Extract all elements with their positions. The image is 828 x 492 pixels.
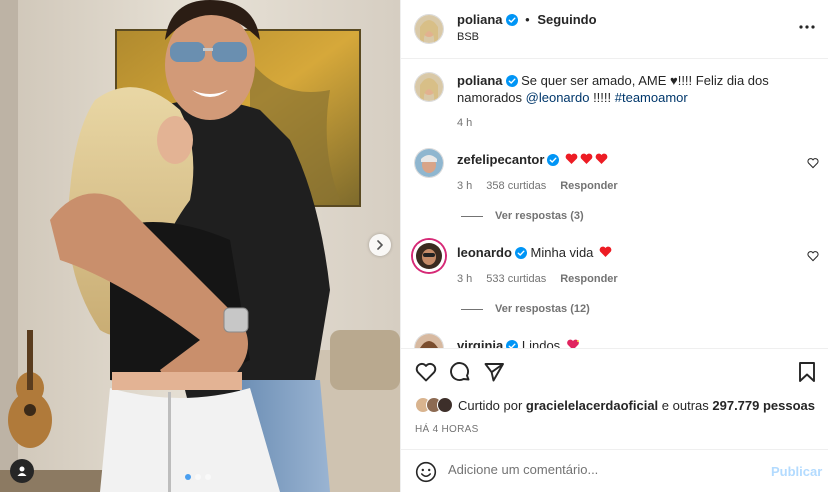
view-replies-label: Ver respostas (3)	[495, 210, 584, 222]
caption-text-2: !!!!!	[589, 90, 615, 105]
post-actions: Curtido por gracielelacerdaoficial e out…	[401, 348, 828, 492]
heart-emoji-icon	[565, 153, 578, 164]
add-comment-bar: Publicar	[401, 449, 828, 492]
caption-mention[interactable]: @leonardo	[526, 90, 590, 105]
comment-meta: 3 h 533 curtidas Responder	[457, 273, 618, 285]
comment: leonardo Minha vida	[457, 244, 797, 261]
likes-count[interactable]: 297.779 pessoas	[712, 398, 815, 413]
chevron-right-icon	[377, 240, 383, 250]
verified-badge-icon	[505, 75, 518, 87]
post-side-panel: poliana • Seguindo BSB poliana Se quer s…	[400, 0, 828, 492]
comment-username[interactable]: virginia	[457, 338, 503, 348]
caption: poliana Se quer ser amado, AME ♥!!!! Fel…	[457, 72, 797, 106]
post-timestamp[interactable]: HÁ 4 HORAS	[415, 424, 479, 435]
liked-by-user[interactable]: gracielelacerdaoficial	[526, 398, 658, 413]
avatar-image	[415, 15, 443, 43]
carousel-dot	[205, 474, 211, 480]
comment-like-heart-icon[interactable]	[807, 250, 819, 262]
comment-bubble-icon[interactable]	[449, 361, 471, 383]
tagged-users-button[interactable]	[10, 459, 34, 483]
post-header: poliana • Seguindo BSB	[401, 0, 828, 59]
heart-emoji-icon	[599, 246, 612, 257]
comment-likes[interactable]: 358 curtidas	[486, 180, 546, 192]
header-separator: •	[525, 12, 530, 27]
comment-time[interactable]: 3 h	[457, 273, 472, 285]
smiley-icon[interactable]	[415, 461, 437, 483]
caption-hashtag[interactable]: #teamoamor	[615, 90, 688, 105]
comment: zefelipecantor	[457, 151, 797, 168]
comment-text: Minha vida	[530, 245, 594, 260]
verified-badge-icon	[506, 340, 519, 348]
publish-button[interactable]: Publicar	[771, 464, 822, 479]
following-button[interactable]: Seguindo	[537, 12, 596, 27]
liker-avatar[interactable]	[437, 397, 453, 413]
heart-outline-icon[interactable]	[415, 361, 437, 383]
caption-meta: 4 h	[457, 117, 472, 129]
bookmark-icon[interactable]	[797, 361, 817, 383]
comment-avatar[interactable]	[415, 149, 443, 177]
comment-time[interactable]: 3 h	[457, 180, 472, 192]
caption-avatar[interactable]	[415, 73, 443, 101]
heart-emoji-icon	[580, 153, 593, 164]
post-location[interactable]: BSB	[457, 31, 479, 43]
user-tag-icon	[17, 466, 27, 476]
comment-username[interactable]: leonardo	[457, 245, 512, 260]
comment-likes[interactable]: 533 curtidas	[486, 273, 546, 285]
verified-badge-icon	[505, 14, 518, 26]
likes-middle: e outras	[658, 397, 713, 413]
more-options-icon[interactable]	[798, 18, 816, 36]
comment-username[interactable]: zefelipecantor	[457, 152, 544, 167]
likes-text: Curtido por gracielelacerdaoficial e out…	[458, 398, 815, 413]
heart-emoji-icon	[595, 153, 608, 164]
replies-divider	[461, 308, 483, 310]
avatar-image	[415, 73, 443, 101]
view-replies-button[interactable]: Ver respostas (3)	[461, 210, 584, 222]
avatar-image	[413, 240, 445, 272]
view-replies-button[interactable]: Ver respostas (12)	[461, 303, 590, 315]
replies-divider	[461, 215, 483, 217]
author-avatar[interactable]	[415, 15, 443, 43]
next-slide-button[interactable]	[369, 234, 391, 256]
verified-badge-icon	[514, 247, 527, 259]
sparkling-heart-emoji-icon	[566, 339, 579, 348]
verified-badge-icon	[547, 154, 560, 166]
avatar-image	[415, 149, 443, 177]
comment-avatar[interactable]	[415, 334, 443, 348]
likes-prefix: Curtido por	[458, 397, 526, 413]
carousel-dot	[195, 474, 201, 480]
comment-text: Lindos	[521, 338, 561, 348]
carousel-dots	[185, 474, 211, 480]
likes-summary: Curtido por gracielelacerdaoficial e out…	[415, 397, 815, 413]
comment-input[interactable]	[448, 462, 748, 477]
caption-time[interactable]: 4 h	[457, 117, 472, 129]
comment-meta: 3 h 358 curtidas Responder	[457, 180, 618, 192]
comment-avatar-story[interactable]	[413, 240, 445, 272]
view-replies-label: Ver respostas (12)	[495, 303, 590, 315]
post-photo	[0, 0, 400, 492]
carousel-dot	[185, 474, 191, 480]
instagram-post: poliana • Seguindo BSB poliana Se quer s…	[0, 0, 828, 492]
comment: virginia Lindos	[457, 337, 797, 348]
author-username[interactable]: poliana	[457, 12, 503, 27]
avatar-image	[415, 334, 443, 348]
header-user-line: poliana • Seguindo	[457, 12, 597, 27]
post-media[interactable]	[0, 0, 400, 492]
comment-like-heart-icon[interactable]	[807, 157, 819, 169]
reply-button[interactable]: Responder	[560, 273, 617, 285]
reply-button[interactable]: Responder	[560, 180, 617, 192]
caption-username[interactable]: poliana	[457, 73, 503, 88]
paper-plane-icon[interactable]	[483, 361, 505, 383]
comments-section[interactable]: poliana Se quer ser amado, AME ♥!!!! Fel…	[401, 60, 828, 348]
